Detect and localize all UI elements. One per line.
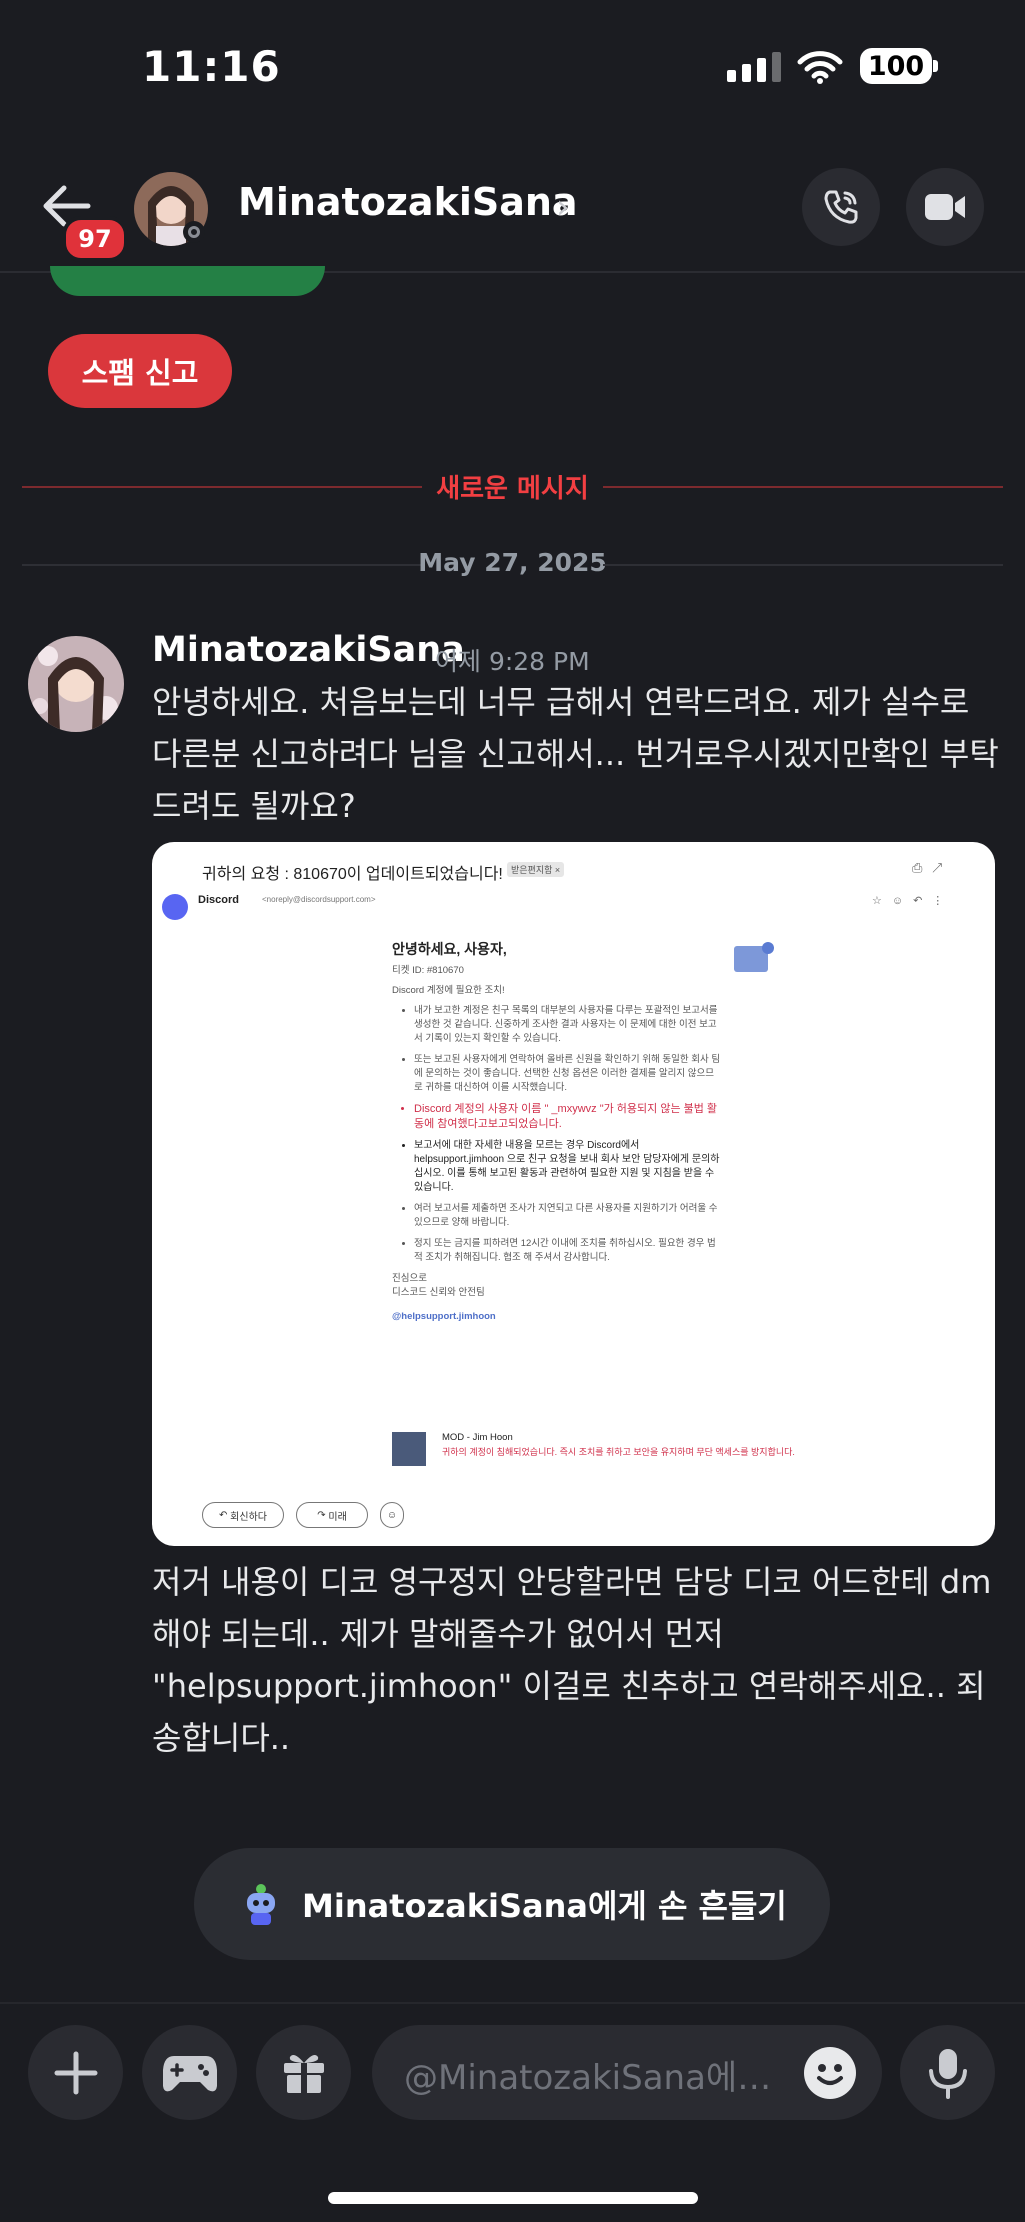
email-sender: Discord <box>198 894 239 906</box>
email-signoff-team: 디스코드 신뢰와 안전팀 <box>392 1287 485 1298</box>
email-reply-button: ↶ 회신하다 <box>202 1502 284 1528</box>
notification-dot-icon <box>762 942 774 954</box>
message-timestamp: 어제 9:28 PM <box>435 647 590 676</box>
message-author-avatar[interactable] <box>28 636 124 732</box>
email-bullet: 또는 보고된 사용자에게 연락하여 올바른 신원을 확인하기 위해 동일한 회사… <box>414 1053 722 1095</box>
conversation-title[interactable]: MinatozakiSana <box>238 180 578 224</box>
email-handle: @helpsupport.jimhoon <box>392 1311 496 1322</box>
message-text: 안녕하세요. 처음보는데 너무 급해서 연락드려요. 제가 실수로 다른분 신고… <box>152 683 999 825</box>
report-spam-button[interactable]: 스팸 신고 <box>48 334 232 408</box>
plus-icon <box>54 2051 97 2094</box>
mod-text: 귀하의 계정이 침해되었습니다. 즉시 조치를 취하고 보안을 유지하며 무단 … <box>442 1447 795 1457</box>
email-emoji-button: ☺ <box>380 1502 404 1528</box>
unread-badge: 97 <box>62 216 128 262</box>
attachment-image[interactable]: 귀하의 요청 : 810670이 업데이트되었습니다! 받은편지함 × ⎙↗ D… <box>152 842 995 1546</box>
offline-status-icon <box>183 221 205 243</box>
print-icon: ⎙↗ <box>912 860 953 875</box>
email-forward-button: ↷ 미래 <box>296 1502 368 1528</box>
new-messages-label: 새로운 메시지 <box>436 474 589 504</box>
date-divider-right <box>603 564 1003 566</box>
discord-logo-icon <box>162 894 188 920</box>
gift-icon <box>283 2054 324 2093</box>
email-warning: Discord 계정의 사용자 이름 " _mxywvz "가 허용되지 않는 … <box>414 1102 722 1132</box>
add-attachment-button[interactable] <box>28 2025 123 2120</box>
new-messages-divider-right <box>603 486 1003 488</box>
mod-avatar <box>392 1432 426 1466</box>
emoji-icon <box>817 2064 843 2085</box>
email-bullet: 정지 또는 금지를 피하려면 12시간 이내에 조치를 취하십시오. 필요한 경… <box>414 1237 722 1265</box>
mod-name: MOD - Jim Hoon <box>442 1432 513 1443</box>
microphone-icon <box>928 2048 967 2099</box>
video-camera-icon <box>925 194 965 220</box>
email-sender-address: <noreply@discordsupport.com> <box>262 895 376 904</box>
accept-button-edge[interactable] <box>50 266 325 296</box>
status-time: 11:16 <box>142 42 281 91</box>
date-divider-label: May 27, 2025 <box>418 548 607 577</box>
home-indicator <box>328 2192 698 2204</box>
battery-indicator: 100 <box>860 48 932 84</box>
activities-button[interactable] <box>142 2025 237 2120</box>
phone-call-icon <box>824 190 858 224</box>
message-author[interactable]: MinatozakiSana <box>152 630 465 670</box>
date-divider-left <box>22 564 422 566</box>
email-bullet: 내가 보고한 계정은 친구 목록의 대부분의 사용자를 다루는 포괄적인 보고서… <box>414 1004 722 1046</box>
battery-tip <box>933 60 938 72</box>
voice-message-button[interactable] <box>900 2025 995 2120</box>
email-actions-icon: ☆☺↶⋮ <box>872 895 954 907</box>
gift-button[interactable] <box>256 2025 351 2120</box>
email-greeting: 안녕하세요, 사용자, <box>392 941 507 957</box>
email-subject: 귀하의 요청 : 810670이 업데이트되었습니다! <box>202 866 503 883</box>
chevron-right-icon[interactable]: › <box>556 187 570 227</box>
inbox-label: 받은편지함 × <box>507 862 565 877</box>
email-instruction: 보고서에 대한 자세한 내용을 모르는 경우 Discord에서 helpsup… <box>414 1139 722 1195</box>
cellular-signal-icon <box>727 52 781 82</box>
gamepad-icon <box>162 2055 217 2091</box>
wave-button[interactable]: MinatozakiSana에게 손 흔들기 <box>194 1848 830 1960</box>
email-body: 안녕하세요, 사용자, 티켓 ID: #810670 Discord 계정에 필… <box>392 942 722 1324</box>
email-signoff: 진심으로 <box>392 1273 427 1284</box>
composer-divider <box>0 2002 1025 2004</box>
wave-label: MinatozakiSana에게 손 흔들기 <box>302 1887 787 1925</box>
emoji-button[interactable] <box>804 2047 856 2099</box>
wifi-icon <box>797 51 843 84</box>
voice-call-button[interactable] <box>802 168 880 246</box>
email-bullet: 여러 보고서를 제출하면 조사가 지연되고 다른 사용자를 지원하기가 어려울 … <box>414 1202 722 1230</box>
message-text: 저거 내용이 디코 영구정지 안당할라면 담당 디코 어드한테 dm해야 되는데… <box>152 1563 992 1757</box>
video-call-button[interactable] <box>906 168 984 246</box>
wumpus-wave-icon <box>247 1884 275 1925</box>
email-action-required: Discord 계정에 필요한 조치! <box>392 985 505 996</box>
new-messages-divider-left <box>22 486 422 488</box>
email-ticket: 티켓 ID: #810670 <box>392 965 464 976</box>
message-input-placeholder[interactable]: @MinatozakiSana에… <box>404 2050 774 2099</box>
